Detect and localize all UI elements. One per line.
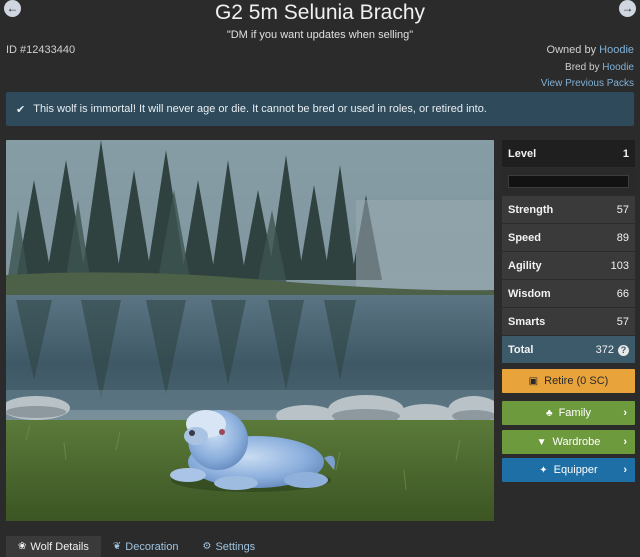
owned-by: Owned by Hoodie bbox=[547, 44, 634, 56]
strength-row: Strength 57 bbox=[502, 196, 635, 223]
alert-text: This wolf is immortal! It will never age… bbox=[33, 103, 487, 115]
check-icon: ✔ bbox=[16, 103, 26, 116]
wisdom-row: Wisdom 66 bbox=[502, 280, 635, 307]
owner-link[interactable]: Hoodie bbox=[599, 44, 634, 56]
wolf-image bbox=[6, 140, 494, 521]
family-tree-icon: ♣ bbox=[546, 407, 553, 419]
agility-row: Agility 103 bbox=[502, 252, 635, 279]
wisdom-value: 66 bbox=[616, 287, 629, 300]
speed-label: Speed bbox=[508, 231, 542, 244]
breeder-link[interactable]: Hoodie bbox=[602, 62, 634, 73]
agility-label: Agility bbox=[508, 259, 542, 272]
chevron-right-icon: › bbox=[623, 407, 627, 419]
wolf-description: "DM if you want updates when selling" bbox=[226, 29, 414, 41]
wolf-tabs: ❀ Wolf Details ❦ Decoration ⚙ Settings bbox=[6, 536, 267, 557]
strength-label: Strength bbox=[508, 203, 554, 216]
level-row: Level 1 bbox=[502, 140, 635, 167]
smarts-value: 57 bbox=[616, 315, 629, 328]
gear-icon: ⚙ bbox=[202, 541, 212, 552]
chevron-right-icon: › bbox=[623, 436, 627, 448]
view-previous-packs-link[interactable]: View Previous Packs bbox=[541, 78, 634, 89]
level-value: 1 bbox=[622, 147, 629, 160]
wardrobe-button[interactable]: ▼ Wardrobe › bbox=[502, 430, 635, 454]
xp-bar-track bbox=[508, 175, 629, 188]
total-value: 372 bbox=[595, 343, 614, 356]
wisdom-label: Wisdom bbox=[508, 287, 551, 300]
wolf-id: ID #12433440 bbox=[6, 44, 76, 56]
family-label: Family bbox=[558, 407, 591, 419]
speed-row: Speed 89 bbox=[502, 224, 635, 251]
immortal-alert: ✔ This wolf is immortal! It will never a… bbox=[6, 92, 634, 126]
family-button[interactable]: ♣ Family › bbox=[502, 401, 635, 425]
paw-icon: ❀ bbox=[18, 541, 27, 552]
smarts-label: Smarts bbox=[508, 315, 546, 328]
sparkle-icon: ✦ bbox=[539, 464, 548, 476]
total-row: Total 372? bbox=[502, 336, 635, 363]
smarts-row: Smarts 57 bbox=[502, 308, 635, 335]
level-label: Level bbox=[508, 147, 537, 160]
speed-value: 89 bbox=[616, 231, 629, 244]
strength-value: 57 bbox=[616, 203, 629, 216]
retire-button[interactable]: ▣ Retire (0 SC) bbox=[502, 369, 635, 393]
bred-by: Bred by Hoodie bbox=[565, 62, 634, 73]
shirt-icon: ▼ bbox=[536, 436, 547, 448]
tab-wolf-details[interactable]: ❀ Wolf Details bbox=[6, 536, 101, 557]
equipper-label: Equipper bbox=[553, 464, 598, 476]
equipper-button[interactable]: ✦ Equipper › bbox=[502, 458, 635, 482]
tab-wolf-details-label: Wolf Details bbox=[30, 540, 89, 553]
bred-by-label: Bred by bbox=[565, 62, 600, 73]
chevron-right-icon: › bbox=[623, 464, 627, 476]
tab-decoration-label: Decoration bbox=[125, 540, 179, 553]
tab-settings-label: Settings bbox=[215, 540, 256, 553]
leaf-icon: ❦ bbox=[112, 541, 122, 552]
total-value-group: 372? bbox=[596, 344, 629, 356]
tab-settings[interactable]: ⚙ Settings bbox=[190, 536, 267, 557]
tombstone-icon: ▣ bbox=[528, 375, 539, 387]
wardrobe-label: Wardrobe bbox=[552, 436, 601, 448]
owned-by-label: Owned by bbox=[546, 44, 597, 56]
agility-value: 103 bbox=[610, 259, 629, 272]
help-icon[interactable]: ? bbox=[618, 344, 629, 356]
total-label: Total bbox=[508, 343, 534, 356]
page-title: G2 5m Selunia Brachy bbox=[214, 1, 426, 24]
xp-bar bbox=[502, 168, 635, 195]
stats-panel: Level 1 Strength 57 Speed 89 Agility 103… bbox=[502, 140, 635, 364]
tab-decoration[interactable]: ❦ Decoration bbox=[101, 536, 191, 557]
retire-label: Retire (0 SC) bbox=[544, 375, 609, 387]
